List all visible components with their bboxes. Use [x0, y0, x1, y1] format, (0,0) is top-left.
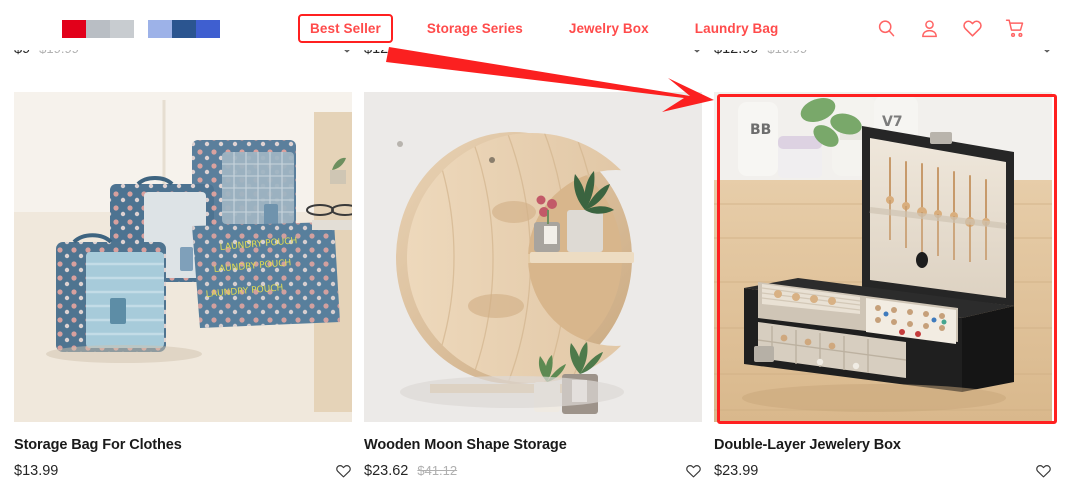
product-footer: $23.99 — [714, 463, 1052, 479]
swatch-blue-light — [148, 20, 172, 38]
wishlist-heart-icon[interactable] — [962, 18, 983, 39]
swatch-group-two — [148, 20, 220, 38]
brand-color-swatches — [62, 20, 220, 38]
product-card[interactable]: LAUNDRY POUCH LAUNDRY POUCH LAUNDRY POUC… — [14, 92, 352, 479]
heart-outline-icon[interactable] — [335, 463, 352, 479]
product-image-moon-shelf[interactable] — [364, 92, 702, 422]
product-footer: $23.62 $41.12 — [364, 463, 702, 479]
heart-outline-icon[interactable] — [1035, 463, 1052, 479]
svg-text:V7: V7 — [882, 114, 903, 130]
chevron-down-icon[interactable] — [340, 50, 354, 54]
nav-item-storage-series[interactable]: Storage Series — [415, 14, 535, 43]
shopping-cart-icon[interactable] — [1005, 18, 1026, 39]
clipped-previous-row: $9 $19.99 $12.99 $12.99 $16.99 — [0, 50, 1080, 74]
swatch-blue-dark — [172, 20, 196, 38]
clipped-row-cell: $12.99 — [364, 50, 704, 57]
price-original: $16.99 — [767, 50, 807, 56]
price-group: $12.99 — [364, 50, 417, 57]
product-price-original: $41.12 — [417, 463, 458, 478]
price: $12.99 — [714, 50, 758, 57]
swatch-blue-bright — [196, 20, 220, 38]
clipped-row-cell: $12.99 $16.99 — [714, 50, 1054, 57]
product-price: $23.99 — [714, 463, 759, 479]
product-listing-page: Best Seller Storage Series Jewelry Box L… — [0, 0, 1080, 502]
nav-item-jewelry-box[interactable]: Jewelry Box — [557, 14, 661, 43]
price-group: $12.99 $16.99 — [714, 50, 807, 57]
product-image-jewelry-box[interactable]: BB V7 — [714, 92, 1052, 422]
price-group: $9 $19.99 — [14, 50, 79, 57]
product-grid: LAUNDRY POUCH LAUNDRY POUCH LAUNDRY POUC… — [0, 92, 1080, 479]
chevron-down-icon[interactable] — [690, 50, 704, 54]
price-group: $23.99 — [714, 463, 767, 479]
product-footer: $13.99 — [14, 463, 352, 479]
price-group: $13.99 — [14, 463, 67, 479]
price-group: $23.62 $41.12 — [364, 463, 457, 479]
swatch-red — [62, 20, 86, 38]
header-icon-bar — [876, 18, 1026, 39]
swatch-group-one — [62, 20, 134, 38]
price-original: $19.99 — [39, 50, 79, 56]
product-price: $13.99 — [14, 463, 59, 479]
search-icon[interactable] — [876, 18, 897, 39]
price: $9 — [14, 50, 30, 57]
product-card[interactable]: Wooden Moon Shape Storage $23.62 $41.12 — [364, 92, 702, 479]
svg-text:BB: BB — [750, 122, 771, 138]
product-price: $23.62 — [364, 463, 409, 479]
heart-outline-icon[interactable] — [685, 463, 702, 479]
clipped-row-cell: $9 $19.99 — [14, 50, 354, 57]
primary-navigation: Best Seller Storage Series Jewelry Box L… — [298, 14, 790, 43]
swatch-gray-mid — [86, 20, 110, 38]
swatch-gray-light — [110, 20, 134, 38]
product-title: Wooden Moon Shape Storage — [364, 437, 567, 453]
account-icon[interactable] — [919, 18, 940, 39]
product-title: Double-Layer Jewelery Box — [714, 437, 901, 453]
product-image-storage-bags[interactable]: LAUNDRY POUCH LAUNDRY POUCH LAUNDRY POUC… — [14, 92, 352, 422]
product-card[interactable]: BB V7 Double-Layer Jewelery Box $23.99 — [714, 92, 1052, 479]
nav-item-laundry-bag[interactable]: Laundry Bag — [683, 14, 791, 43]
product-title: Storage Bag For Clothes — [14, 437, 182, 453]
price: $12.99 — [364, 50, 408, 57]
chevron-down-icon[interactable] — [1040, 50, 1054, 54]
nav-item-best-seller[interactable]: Best Seller — [298, 14, 393, 43]
